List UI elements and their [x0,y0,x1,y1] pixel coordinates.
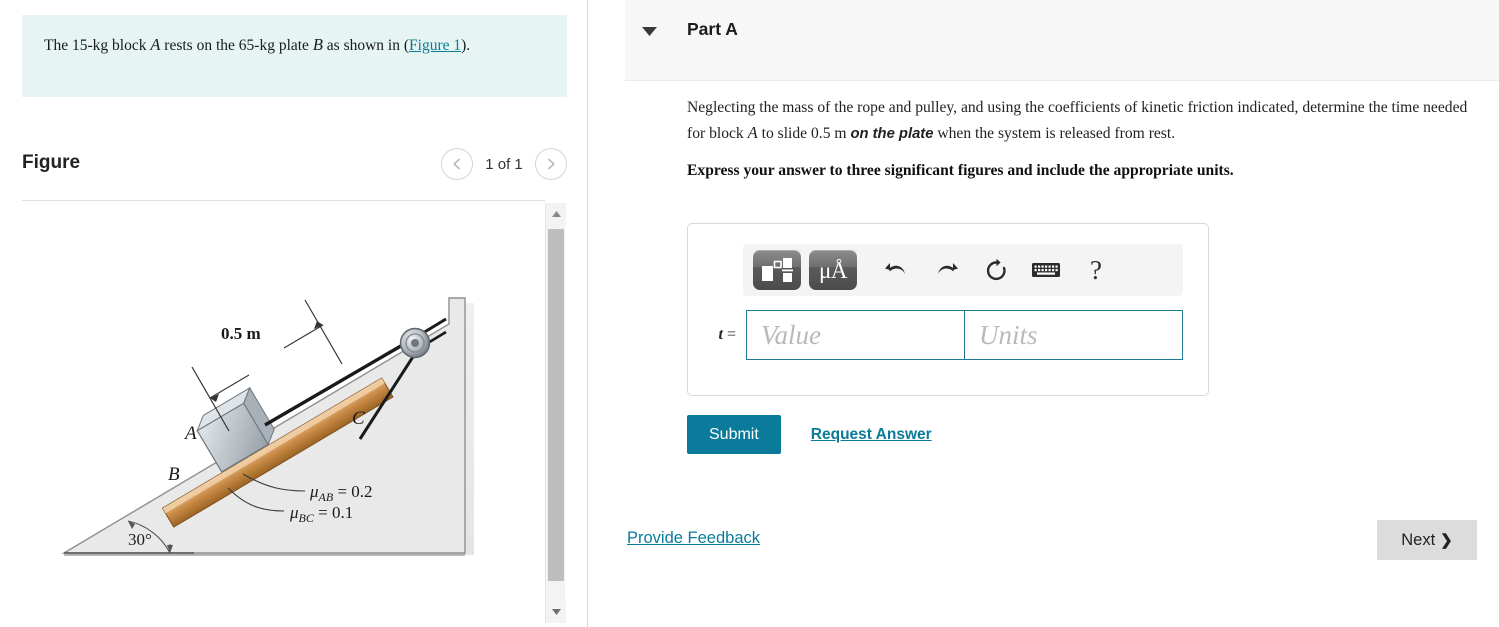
problem-var-a: A [150,35,161,54]
problem-statement-text: The 15-kg block A rests on the 65-kg pla… [44,33,543,57]
chevron-left-icon [450,157,464,171]
part-a-header[interactable]: Part A [625,0,1499,81]
submit-row: Submit Request Answer [687,415,932,454]
question-text: Neglecting the mass of the rope and pull… [687,96,1477,145]
figure-counter: 1 of 1 [485,155,523,173]
problem-panel: The 15-kg block A rests on the 65-kg pla… [0,0,588,627]
question-line-3: when the system is released from rest. [933,124,1176,142]
figure-header: Figure 1 of 1 [22,148,567,192]
math-toolbar: μÅ ? [743,244,1183,296]
undo-arrow-icon[interactable] [871,250,921,290]
question-line-2: to slide 0.5 [757,124,835,142]
problem-var-b: B [312,35,323,54]
next-button-label: Next [1401,530,1436,549]
answer-variable-label: t = [706,326,746,344]
answer-row: t = Value Units [706,310,1183,360]
problem-seg-6: ). [461,37,471,54]
pulley [399,327,431,359]
next-button[interactable]: Next ❯ [1377,520,1477,560]
label-angle: 30° [128,530,152,549]
units-placeholder: Units [979,319,1038,350]
units-button-label: μÅ [819,257,847,283]
problem-statement-box: The 15-kg block A rests on the 65-kg pla… [22,15,567,97]
help-label: ? [1090,254,1102,285]
mu-bc-subscript: BC [299,511,315,525]
triangle-up-icon [551,205,562,223]
part-a-title: Part A [687,19,738,39]
figure-next-button[interactable] [535,148,567,180]
problem-seg-2: block [108,37,151,54]
question-var-a: A [747,122,758,142]
keyboard-icon[interactable] [1021,250,1071,290]
math-template-icon[interactable] [753,250,801,290]
label-distance: 0.5 m [221,324,261,343]
redo-arrow-icon[interactable] [921,250,971,290]
problem-unit-kg-1: kg [92,37,109,54]
micro-angstrom-icon[interactable]: μÅ [809,250,857,290]
chevron-right-icon [544,157,558,171]
label-incline-c: C [352,408,365,429]
submit-button[interactable]: Submit [687,415,781,454]
mu-ab-value: = 0.2 [333,482,372,501]
scrollbar-down-button[interactable] [546,601,566,623]
scrollbar-thumb[interactable] [548,229,564,581]
page-root: The 15-kg block A rests on the 65-kg pla… [0,0,1499,627]
units-input[interactable]: Units [964,310,1183,360]
label-plate-b: B [168,464,180,485]
mu-ab-symbol: μ [309,482,319,501]
figure-prev-button[interactable] [441,148,473,180]
express-answer-note: Express your answer to three significant… [687,162,1234,180]
mu-bc-symbol: μ [289,503,299,522]
figure-navigation: 1 of 1 [441,148,567,180]
provide-feedback-link[interactable]: Provide Feedback [627,529,760,548]
label-mu-ab: μAB = 0.2 [309,482,373,504]
problem-unit-kg-2: kg [259,37,275,54]
mu-bc-value: = 0.1 [314,503,353,522]
value-input[interactable]: Value [746,310,965,360]
answer-equals: = [722,326,736,343]
chevron-right-icon: ❯ [1440,532,1453,549]
question-unit-m: m [834,124,847,142]
part-a-body: Neglecting the mass of the rope and pull… [687,96,1477,180]
label-block-a: A [183,423,197,444]
figure-title: Figure [22,152,81,173]
triangle-down-icon [551,603,562,621]
incline-block-plate-diagram: 0.5 m A B C μAB = 0.2 μBC = 0.1 30° [61,297,474,556]
reset-circular-arrow-icon[interactable] [971,250,1021,290]
value-placeholder: Value [761,319,821,350]
question-emphasis: on the plate [850,125,934,142]
problem-seg-3: rests on the 65- [160,37,260,54]
figure-viewport[interactable]: 0.5 m A B C μAB = 0.2 μBC = 0.1 30° [22,203,545,623]
answer-input-box: μÅ ? t = Value Units [687,223,1209,396]
mu-ab-subscript: AB [318,490,334,504]
scrollbar-up-button[interactable] [546,203,566,225]
figure-1-link[interactable]: Figure 1 [409,37,461,54]
problem-seg-4: plate [274,37,313,54]
figure-divider [22,200,545,201]
problem-seg-1: The 15- [44,37,93,54]
request-answer-link[interactable]: Request Answer [811,426,932,444]
problem-seg-5: as shown in ( [322,37,410,54]
question-mark-icon[interactable]: ? [1071,250,1121,290]
triangle-down-icon[interactable] [641,24,658,42]
figure-scrollbar[interactable] [545,203,566,623]
